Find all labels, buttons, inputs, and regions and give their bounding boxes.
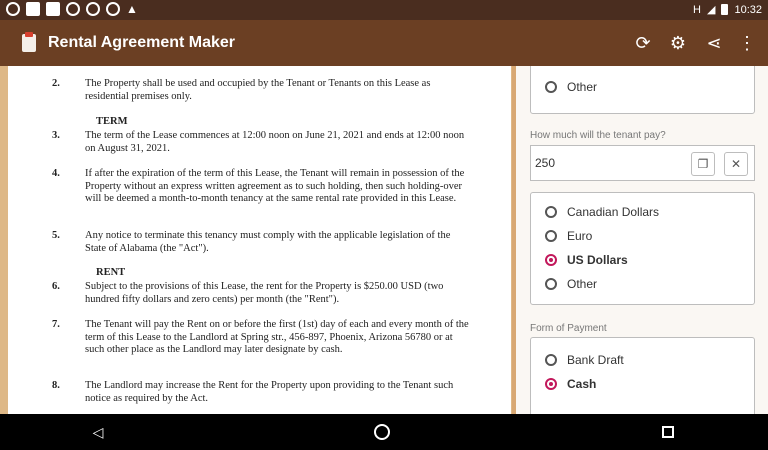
amount-input[interactable]: 250 ❐ ✕ xyxy=(530,145,755,181)
amount-label: How much will the tenant pay? xyxy=(530,130,666,141)
document-pane[interactable]: 2. The Property shall be used and occupi… xyxy=(0,66,512,414)
status-right: H ◢ 10:32 xyxy=(693,3,762,17)
radio-button[interactable] xyxy=(545,81,557,93)
app-bar: Rental Agreement Maker ⟳ ⚙ ⋖ ⋮ xyxy=(0,20,768,66)
copy-icon[interactable]: ❐ xyxy=(691,152,715,176)
status-time: 10:32 xyxy=(734,3,762,16)
app-title: Rental Agreement Maker xyxy=(48,34,236,51)
radio-cash[interactable]: Cash xyxy=(545,374,596,394)
clear-icon[interactable]: ✕ xyxy=(724,152,748,176)
whatsapp-icon xyxy=(66,2,80,16)
radio-button-selected[interactable] xyxy=(545,378,557,390)
form-pane[interactable]: Other How much will the tenant pay? 250 … xyxy=(512,66,768,414)
signal-type: H xyxy=(693,3,701,16)
radio-button[interactable] xyxy=(545,278,557,290)
payment-label: Form of Payment xyxy=(530,323,607,334)
radio-us-dollars[interactable]: US Dollars xyxy=(545,250,628,270)
document-page: 2. The Property shall be used and occupi… xyxy=(8,66,511,414)
currency-card: Canadian Dollars Euro US Dollars Other xyxy=(530,192,755,305)
radio-other-top[interactable]: Other xyxy=(545,77,597,97)
radio-other-currency[interactable]: Other xyxy=(545,274,597,294)
battery-icon xyxy=(721,4,729,15)
share-icon[interactable]: ⋖ xyxy=(703,32,725,54)
recents-icon[interactable] xyxy=(662,426,674,438)
radio-button-selected[interactable] xyxy=(545,254,557,266)
app-logo-icon xyxy=(22,32,36,52)
home-icon[interactable] xyxy=(374,424,390,440)
payment-card: Bank Draft Cash xyxy=(530,337,755,414)
navigation-bar: ◁ xyxy=(0,414,768,450)
youtube-icon xyxy=(106,2,120,16)
heading-term: TERM xyxy=(96,116,128,127)
back-icon[interactable]: ◁ xyxy=(88,422,108,442)
radio-bank-draft[interactable]: Bank Draft xyxy=(545,350,624,370)
notification-icons: ▲ xyxy=(6,2,138,16)
mail-icon xyxy=(46,2,60,16)
radio-button[interactable] xyxy=(545,354,557,366)
gear-icon[interactable]: ⚙ xyxy=(667,32,689,54)
radio-button[interactable] xyxy=(545,206,557,218)
radio-button[interactable] xyxy=(545,230,557,242)
warning-icon: ▲ xyxy=(126,2,138,16)
refresh-icon[interactable]: ⟳ xyxy=(632,32,654,54)
radio-euro[interactable]: Euro xyxy=(545,226,592,246)
status-bar: ▲ H ◢ 10:32 xyxy=(0,0,768,20)
type-options-card: Other xyxy=(530,66,755,114)
heading-rent: RENT xyxy=(96,267,126,278)
message-icon xyxy=(26,2,40,16)
radio-canadian-dollars[interactable]: Canadian Dollars xyxy=(545,202,659,222)
signal-icon: ◢ xyxy=(707,4,716,16)
whatsapp-icon xyxy=(6,2,20,16)
youtube-icon xyxy=(86,2,100,16)
more-vert-icon[interactable]: ⋮ xyxy=(736,32,758,54)
